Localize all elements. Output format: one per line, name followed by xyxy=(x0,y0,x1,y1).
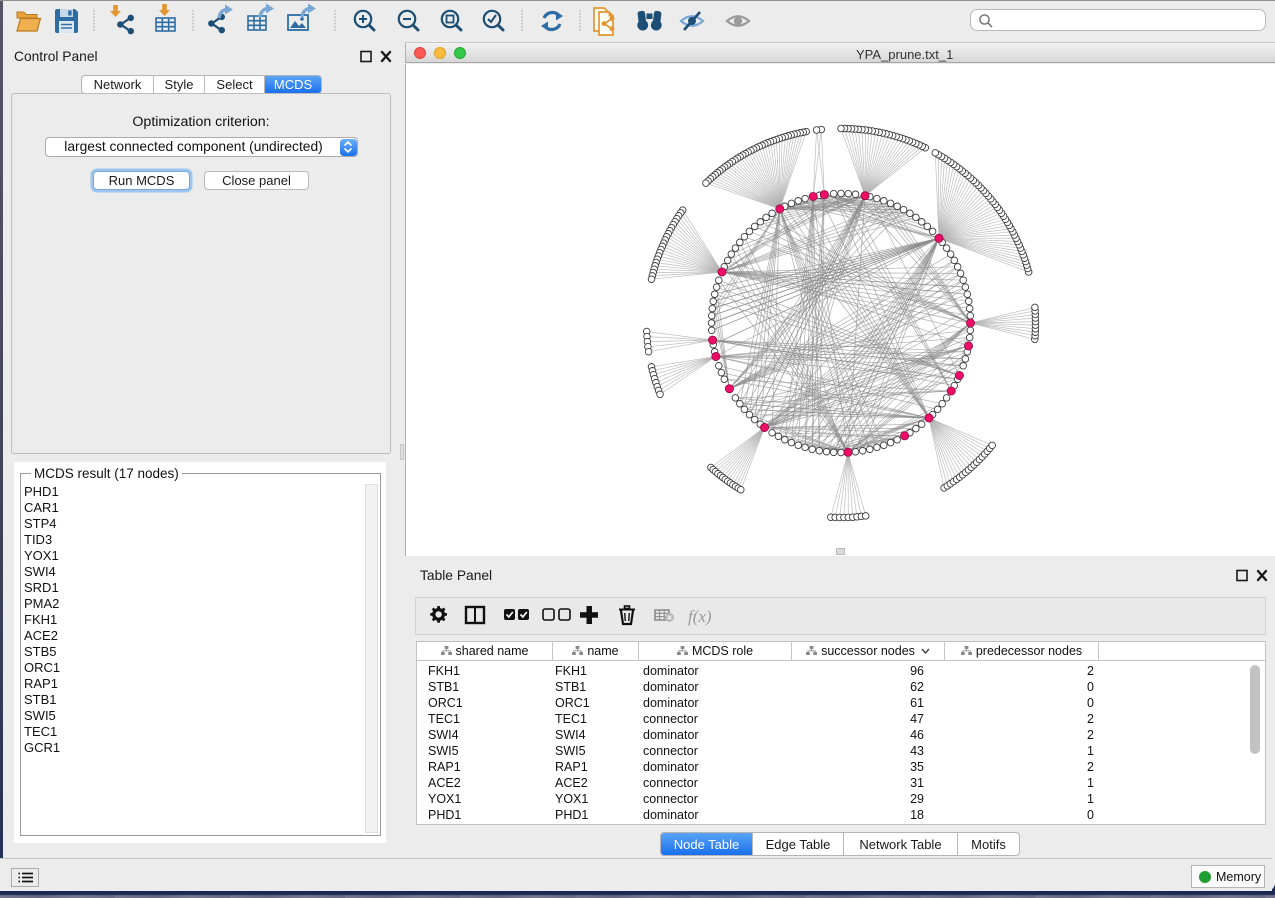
svg-text:f(x): f(x) xyxy=(688,607,712,626)
